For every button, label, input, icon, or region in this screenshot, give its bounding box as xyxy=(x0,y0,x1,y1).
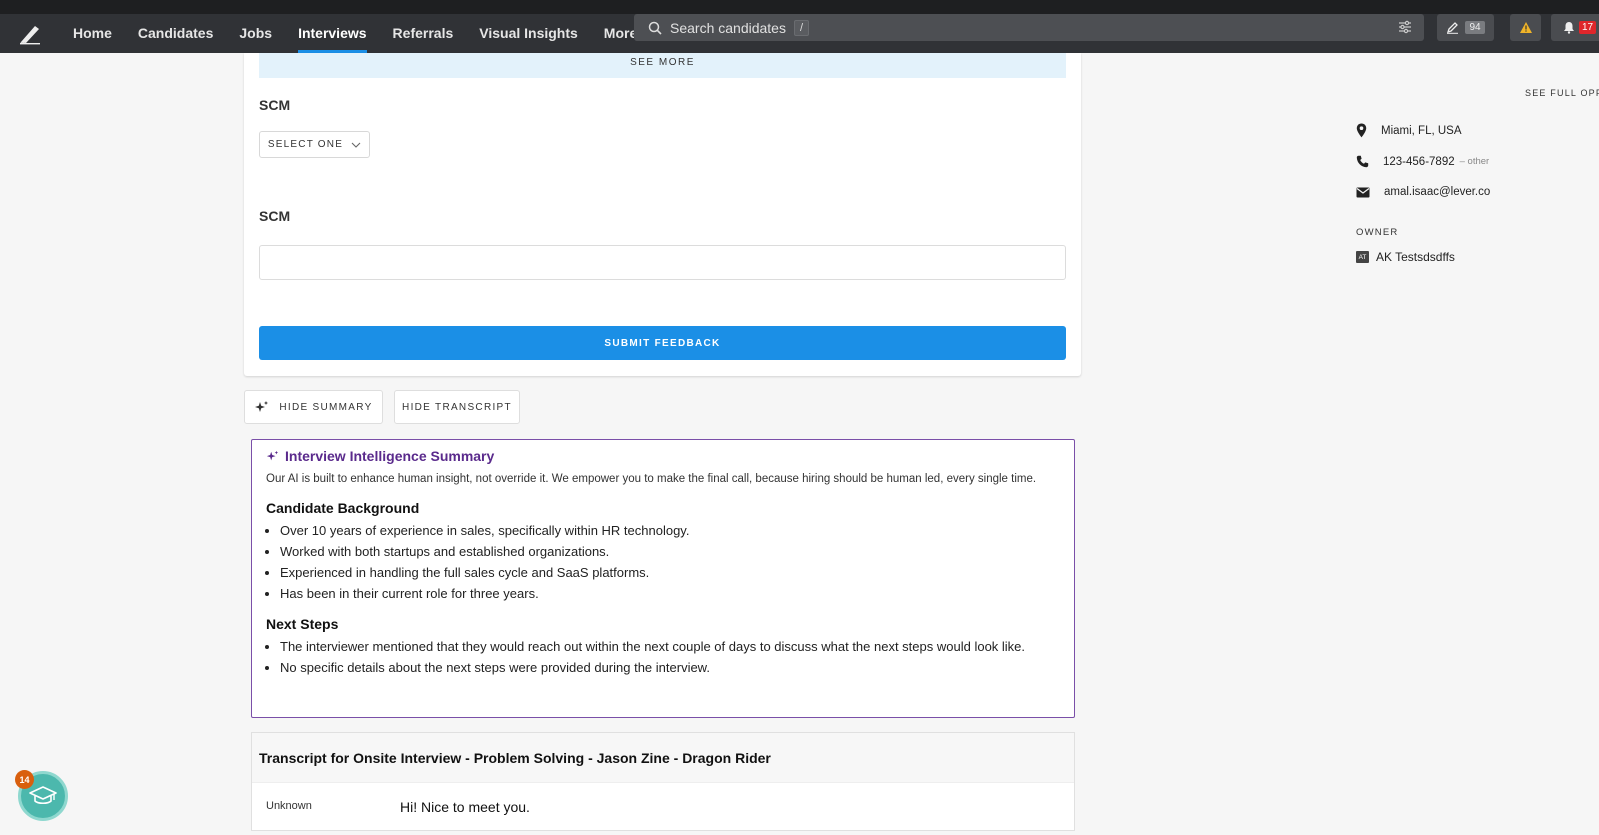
warning-icon xyxy=(1519,22,1532,33)
nav-referrals[interactable]: Referrals xyxy=(380,14,467,53)
bell-icon xyxy=(1564,22,1574,34)
transcript-speaker: Unknown xyxy=(266,800,312,812)
phone-text: 123-456-7892 xyxy=(1383,155,1455,168)
owner-label: OWNER xyxy=(1356,227,1399,238)
feedback-form-card: SEE MORE SCM SELECT ONE SCM SUBMIT FEEDB… xyxy=(244,53,1081,376)
scm-text-field[interactable] xyxy=(259,245,1066,280)
scm-select-dropdown[interactable]: SELECT ONE xyxy=(259,131,370,158)
notifications-count-badge: 17 xyxy=(1579,21,1597,34)
list-item: The interviewer mentioned that they woul… xyxy=(280,636,1060,657)
transcript-title: Transcript for Onsite Interview - Proble… xyxy=(252,733,1074,783)
email-row[interactable]: amal.isaac@lever.co xyxy=(1356,186,1490,198)
search-placeholder: Search candidates xyxy=(670,19,786,36)
transcript-panel: Transcript for Onsite Interview - Proble… xyxy=(251,732,1075,831)
nav-candidates[interactable]: Candidates xyxy=(125,14,226,53)
avatar: AT xyxy=(1356,251,1369,263)
graduation-cap-icon xyxy=(29,786,57,805)
see-more-button[interactable]: SEE MORE xyxy=(259,53,1066,78)
section-heading: Candidate Background xyxy=(266,500,420,516)
location-row: Miami, FL, USA xyxy=(1356,123,1462,138)
list-item: Experienced in handling the full sales c… xyxy=(280,562,1060,583)
location-text: Miami, FL, USA xyxy=(1381,124,1462,137)
nav-interviews[interactable]: Interviews xyxy=(285,14,379,53)
list-item: Worked with both startups and establishe… xyxy=(280,541,1060,562)
owner-row[interactable]: AT AK Testsdsdffs xyxy=(1356,250,1455,264)
summary-title-row: Interview Intelligence Summary xyxy=(266,448,1060,464)
notifications-button[interactable]: 17 xyxy=(1551,14,1599,41)
envelope-icon xyxy=(1356,187,1370,197)
candidate-background-list: Over 10 years of experience in sales, sp… xyxy=(266,520,1060,604)
hide-summary-button[interactable]: HIDE SUMMARY xyxy=(244,390,383,424)
summary-title: Interview Intelligence Summary xyxy=(285,448,495,464)
list-item: No specific details about the next steps… xyxy=(280,657,1060,678)
lever-logo-icon[interactable] xyxy=(0,14,60,53)
owner-name: AK Testsdsdffs xyxy=(1376,250,1455,264)
list-item: Has been in their current role for three… xyxy=(280,583,1060,604)
academy-count-badge: 14 xyxy=(15,770,34,789)
email-text: amal.isaac@lever.co xyxy=(1384,186,1491,198)
alerts-button[interactable] xyxy=(1510,14,1541,41)
ai-disclaimer: Our AI is built to enhance human insight… xyxy=(266,473,1037,485)
scm-select-value: SELECT ONE xyxy=(267,139,344,150)
nav-jobs[interactable]: Jobs xyxy=(226,14,285,53)
scm-select-label: SCM xyxy=(259,97,291,113)
sparkle-icon xyxy=(266,450,279,460)
see-full-opportunity-link[interactable]: SEE FULL OPPO xyxy=(1525,88,1599,98)
nav-home[interactable]: Home xyxy=(60,14,125,53)
main-nav: Home Candidates Jobs Interviews Referral… xyxy=(60,14,662,53)
interview-intelligence-summary: Interview Intelligence Summary Our AI is… xyxy=(251,439,1075,718)
section-heading: Next Steps xyxy=(266,616,339,632)
nav-more-label: More xyxy=(603,25,638,41)
transcript-utterance: Hi! Nice to meet you. xyxy=(400,799,530,815)
chevron-down-icon xyxy=(351,142,361,148)
phone-type: – other xyxy=(1459,156,1490,167)
search-shortcut-key: / xyxy=(793,19,810,36)
drafts-button[interactable]: 94 xyxy=(1437,14,1494,41)
search-bar[interactable]: Search candidates / xyxy=(634,14,1424,41)
nav-visual-insights[interactable]: Visual Insights xyxy=(466,14,591,53)
filter-sliders-icon[interactable] xyxy=(1398,20,1412,34)
hide-summary-label: HIDE SUMMARY xyxy=(279,401,373,413)
sparkle-icon xyxy=(255,400,269,412)
next-steps-list: The interviewer mentioned that they woul… xyxy=(266,636,1060,678)
drafts-count-badge: 94 xyxy=(1465,21,1485,34)
search-icon xyxy=(648,21,662,35)
map-pin-icon xyxy=(1356,123,1367,138)
scm-text-label: SCM xyxy=(259,208,291,224)
submit-feedback-button[interactable]: SUBMIT FEEDBACK xyxy=(259,326,1066,360)
hide-transcript-button[interactable]: HIDE TRANSCRIPT xyxy=(394,390,520,424)
pencil-icon xyxy=(1447,22,1459,34)
phone-icon xyxy=(1356,155,1369,168)
list-item: Over 10 years of experience in sales, sp… xyxy=(280,520,1060,541)
phone-row[interactable]: 123-456-7892 – other xyxy=(1356,155,1489,168)
